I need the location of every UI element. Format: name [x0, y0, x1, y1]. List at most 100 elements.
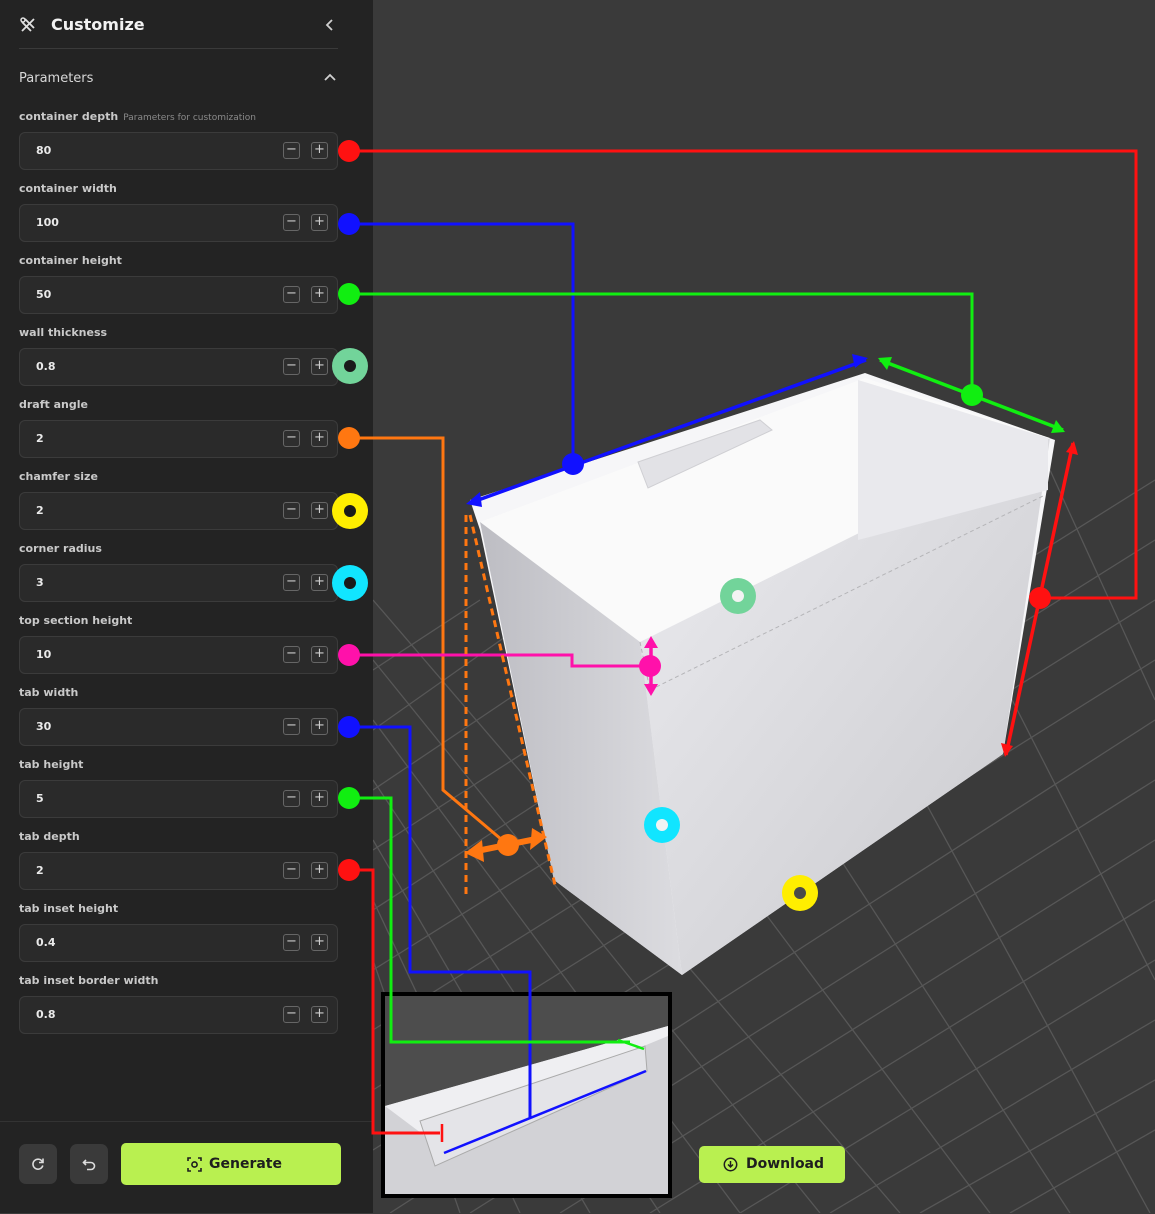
increment-button[interactable]: + [311, 862, 328, 879]
customize-icon [20, 17, 35, 32]
param-label-text: container depth [19, 110, 119, 123]
increment-button[interactable]: + [311, 502, 328, 519]
increment-button[interactable]: + [311, 718, 328, 735]
chevron-up-icon[interactable] [322, 70, 338, 86]
param-label: container height [19, 254, 122, 267]
param-value[interactable]: 5 [36, 792, 44, 805]
param-label: wall thickness [19, 326, 107, 339]
param-value[interactable]: 0.8 [36, 1008, 56, 1021]
param-input[interactable]: 10 − + [19, 636, 338, 674]
decrement-button[interactable]: − [283, 934, 300, 951]
decrement-button[interactable]: − [283, 1006, 300, 1023]
generate-button[interactable]: Generate [121, 1143, 341, 1185]
undo-icon [82, 1159, 96, 1171]
sidebar: Customize Parameters container depth Para… [0, 0, 373, 1213]
param-input[interactable]: 2 − + [19, 420, 338, 458]
param-input[interactable]: 3 − + [19, 564, 338, 602]
param-input[interactable]: 50 − + [19, 276, 338, 314]
param-value[interactable]: 0.4 [36, 936, 56, 949]
undo-button[interactable] [70, 1144, 108, 1184]
param-value[interactable]: 2 [36, 432, 44, 445]
param-label-text: chamfer size [19, 470, 98, 483]
param-input[interactable]: 2 − + [19, 492, 338, 530]
param-label: draft angle [19, 398, 88, 411]
param-label-text: tab width [19, 686, 79, 699]
param-value[interactable]: 80 [36, 144, 51, 157]
increment-button[interactable]: + [311, 358, 328, 375]
param-value[interactable]: 3 [36, 576, 44, 589]
param-value[interactable]: 2 [36, 864, 44, 877]
download-label: Download [746, 1156, 825, 1172]
param-value[interactable]: 10 [36, 648, 51, 661]
param-input[interactable]: 80 − + [19, 132, 338, 170]
increment-button[interactable]: + [311, 934, 328, 951]
param-label: tab width [19, 686, 78, 699]
increment-button[interactable]: + [311, 646, 328, 663]
decrement-button[interactable]: − [283, 502, 300, 519]
chevron-left-icon[interactable] [322, 16, 338, 34]
increment-button[interactable]: + [311, 286, 328, 303]
param-hint: Parameters for customization [123, 113, 256, 123]
param-input[interactable]: 0.4 − + [19, 924, 338, 962]
param-label: tab height [19, 758, 83, 771]
param-input[interactable]: 100 − + [19, 204, 338, 242]
increment-button[interactable]: + [311, 790, 328, 807]
param-label: tab depth [19, 830, 80, 843]
param-label: chamfer size [19, 470, 98, 483]
param-label-text: container width [19, 182, 117, 195]
increment-button[interactable]: + [311, 1006, 328, 1023]
decrement-button[interactable]: − [283, 358, 300, 375]
param-label-text: wall thickness [19, 326, 108, 339]
decrement-button[interactable]: − [283, 862, 300, 879]
param-input[interactable]: 2 − + [19, 852, 338, 890]
increment-button[interactable]: + [311, 574, 328, 591]
increment-button[interactable]: + [311, 142, 328, 159]
param-label: tab inset height [19, 902, 118, 915]
param-label: corner radius [19, 542, 102, 555]
generate-label: Generate [209, 1156, 282, 1172]
section-title: Parameters [19, 71, 94, 86]
param-value[interactable]: 30 [36, 720, 51, 733]
param-input[interactable]: 0.8 − + [19, 996, 338, 1034]
param-label-text: tab height [19, 758, 84, 771]
decrement-button[interactable]: − [283, 286, 300, 303]
param-value[interactable]: 100 [36, 216, 59, 229]
sidebar-header: Customize [19, 10, 338, 49]
download-icon [723, 1157, 738, 1172]
reset-button[interactable] [19, 1144, 57, 1184]
param-label-text: container height [19, 254, 122, 267]
param-label-text: tab depth [19, 830, 80, 843]
param-label-text: corner radius [19, 542, 102, 555]
decrement-button[interactable]: − [283, 574, 300, 591]
param-input[interactable]: 0.8 − + [19, 348, 338, 386]
param-label: container depth Parameters for customizat… [19, 110, 256, 123]
decrement-button[interactable]: − [283, 790, 300, 807]
param-value[interactable]: 2 [36, 504, 44, 517]
sidebar-title: Customize [51, 15, 145, 34]
parameters-section-header[interactable]: Parameters [19, 68, 338, 90]
param-label-text: draft angle [19, 398, 88, 411]
decrement-button[interactable]: − [283, 142, 300, 159]
decrement-button[interactable]: − [283, 214, 300, 231]
download-button[interactable]: Download [699, 1146, 845, 1183]
decrement-button[interactable]: − [283, 430, 300, 447]
increment-button[interactable]: + [311, 430, 328, 447]
generate-icon [187, 1157, 202, 1172]
param-label: top section height [19, 614, 132, 627]
tab-detail-inset [381, 992, 672, 1198]
tab-detail-render [385, 996, 668, 1194]
param-label: tab inset border width [19, 974, 158, 987]
param-input[interactable]: 5 − + [19, 780, 338, 818]
refresh-icon [32, 1158, 44, 1170]
decrement-button[interactable]: − [283, 718, 300, 735]
param-label-text: tab inset height [19, 902, 119, 915]
decrement-button[interactable]: − [283, 646, 300, 663]
param-label-text: top section height [19, 614, 133, 627]
param-label: container width [19, 182, 117, 195]
param-value[interactable]: 0.8 [36, 360, 56, 373]
param-label-text: tab inset border width [19, 974, 159, 987]
param-input[interactable]: 30 − + [19, 708, 338, 746]
sidebar-footer: Generate [0, 1121, 373, 1214]
increment-button[interactable]: + [311, 214, 328, 231]
param-value[interactable]: 50 [36, 288, 51, 301]
